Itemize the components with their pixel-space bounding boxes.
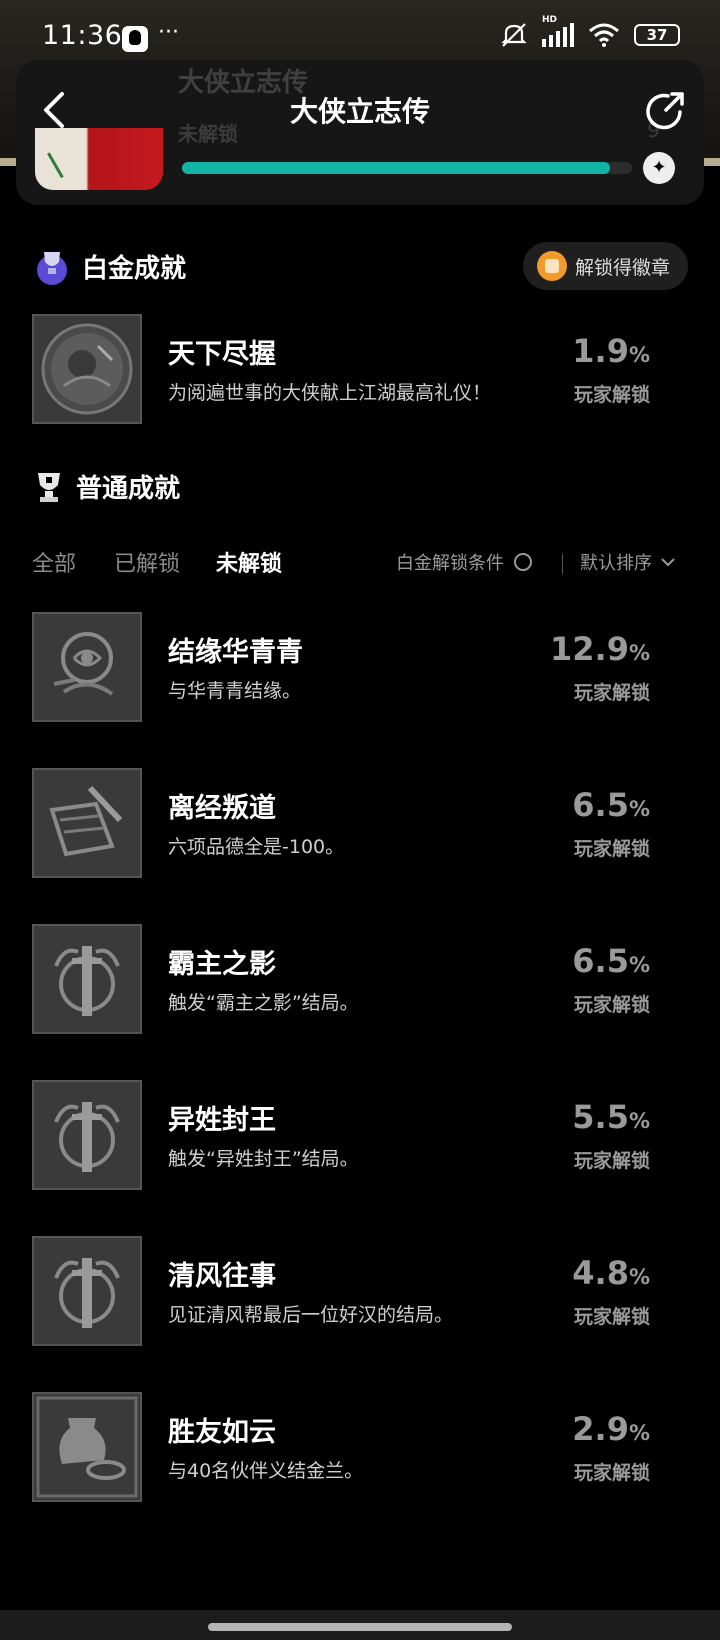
achievement-description: 六项品德全是-100。 xyxy=(168,836,345,858)
network-type-label: HD xyxy=(542,15,558,25)
achievement-name: 离经叛道 xyxy=(168,793,276,824)
platinum-trophy-icon xyxy=(37,252,67,285)
progress-badge-icon[interactable]: ✦ xyxy=(643,152,675,184)
platinum-condition-toggle[interactable]: 白金解锁条件 xyxy=(396,549,532,575)
unlock-percentage-value: 6.5 xyxy=(572,942,629,980)
platinum-condition-label: 白金解锁条件 xyxy=(396,553,504,574)
unlock-percentage-value: 6.5 xyxy=(572,786,629,824)
normal-section-title: 普通成就 xyxy=(76,474,181,504)
achievement-name: 胜友如云 xyxy=(168,1417,276,1448)
achievement-description: 与华青青结缘。 xyxy=(168,680,302,702)
page-title: 大侠立志传 xyxy=(289,95,430,128)
gesture-bar-area xyxy=(0,1610,720,1640)
unlock-percentage-label: 玩家解锁 xyxy=(573,1150,650,1172)
unlock-badge-label: 解锁得徽章 xyxy=(574,256,670,279)
wine-jar-icon xyxy=(32,1392,142,1502)
unlock-percentage-label: 玩家解锁 xyxy=(573,994,650,1016)
unlock-percentage-value: 12.9 xyxy=(550,630,629,668)
achievement-description: 与40名伙伴义结金兰。 xyxy=(168,1460,364,1482)
home-indicator[interactable] xyxy=(208,1623,512,1631)
tab-all[interactable]: 全部 xyxy=(32,546,76,578)
unlock-percentage: 5.5% xyxy=(572,1098,650,1136)
achievement-name: 结缘华青青 xyxy=(168,637,303,668)
achievement-name: 天下尽握 xyxy=(168,339,276,370)
share-icon[interactable] xyxy=(642,86,690,134)
unlock-percentage: 6.5% xyxy=(572,786,650,824)
sort-label: 默认排序 xyxy=(580,553,652,574)
unlock-percentage-label: 玩家解锁 xyxy=(573,1462,650,1484)
unlock-percentage-value: 1.9 xyxy=(572,332,629,370)
winged-sword-icon xyxy=(32,924,142,1034)
unlock-percentage: 2.9% xyxy=(572,1410,650,1448)
unlock-badge-button[interactable]: 解锁得徽章 xyxy=(522,242,688,290)
achievement-row[interactable]: 霸主之影触发“霸主之影”结局。 6.5% 玩家解锁 xyxy=(32,924,688,1034)
unlock-percentage: 1.9% xyxy=(572,332,650,370)
more-notifications-icon: ··· xyxy=(158,20,179,45)
percent-unit: % xyxy=(628,953,650,977)
percent-unit: % xyxy=(628,343,650,367)
achievement-description: 为阅遍世事的大侠献上江湖最高礼仪！ xyxy=(168,382,492,404)
unlock-percentage: 12.9% xyxy=(550,630,650,668)
achievement-progress-bar xyxy=(182,162,632,174)
platinum-section-title: 白金成就 xyxy=(82,253,187,284)
achievement-row[interactable]: 异姓封王触发“异姓封王”结局。 5.5% 玩家解锁 xyxy=(32,1080,688,1190)
condition-radio-icon xyxy=(514,553,532,571)
percent-unit: % xyxy=(628,797,650,821)
unlock-percentage: 4.8% xyxy=(572,1254,650,1292)
normal-section-header: 普通成就 xyxy=(32,468,180,505)
status-bar: 11:36 ··· HD 37 xyxy=(0,0,720,60)
percent-unit: % xyxy=(628,641,650,665)
top-nav: 大侠立志传 xyxy=(0,80,720,144)
filter-divider xyxy=(562,554,563,574)
scroll-sword-icon xyxy=(32,768,142,878)
percent-unit: % xyxy=(628,1109,650,1133)
achievement-name: 异姓封王 xyxy=(168,1105,276,1136)
battery-indicator: 37 xyxy=(634,24,680,46)
unlock-percentage-value: 5.5 xyxy=(572,1098,629,1136)
winged-sword-icon xyxy=(32,1080,142,1190)
unlock-percentage-value: 4.8 xyxy=(572,1254,629,1292)
platinum-medal-icon xyxy=(32,314,142,424)
achievement-row[interactable]: 结缘华青青与华青青结缘。 12.9% 玩家解锁 xyxy=(32,612,688,722)
normal-trophy-icon xyxy=(38,472,60,502)
badge-icon xyxy=(536,251,567,281)
status-time: 11:36 xyxy=(42,20,123,51)
achievement-name: 清风往事 xyxy=(168,1261,276,1292)
platinum-section-header: 白金成就 xyxy=(32,246,186,286)
unlock-percentage-value: 2.9 xyxy=(572,1410,629,1448)
percent-unit: % xyxy=(628,1265,650,1289)
winged-sword-icon xyxy=(32,1236,142,1346)
achievement-description: 触发“异姓封王”结局。 xyxy=(168,1148,359,1170)
achievement-filter-bar: 全部 已解锁 未解锁 白金解锁条件 默认排序 xyxy=(32,546,688,586)
achievement-row[interactable]: 胜友如云与40名伙伴义结金兰。 2.9% 玩家解锁 xyxy=(32,1392,688,1502)
achievement-name: 霸主之影 xyxy=(168,949,276,980)
mute-icon xyxy=(501,23,527,47)
sort-dropdown[interactable]: 默认排序 xyxy=(580,549,676,575)
unlock-percentage-label: 玩家解锁 xyxy=(573,384,650,406)
achievement-description: 触发“霸主之影”结局。 xyxy=(168,992,359,1014)
percent-unit: % xyxy=(628,1421,650,1445)
unlock-percentage-label: 玩家解锁 xyxy=(573,682,650,704)
rose-icon xyxy=(32,612,142,722)
achievement-row[interactable]: 离经叛道六项品德全是-100。 6.5% 玩家解锁 xyxy=(32,768,688,878)
achievement-row[interactable]: 清风往事见证清风帮最后一位好汉的结局。 4.8% 玩家解锁 xyxy=(32,1236,688,1346)
tab-unlocked[interactable]: 已解锁 xyxy=(114,546,180,578)
achievement-progress-fill xyxy=(182,162,610,174)
unlock-percentage-label: 玩家解锁 xyxy=(573,838,650,860)
unlock-percentage-label: 玩家解锁 xyxy=(573,1306,650,1328)
chevron-down-icon xyxy=(661,558,675,567)
achievement-description: 见证清风帮最后一位好汉的结局。 xyxy=(168,1304,454,1326)
qq-notification-icon xyxy=(122,26,148,52)
status-icons: HD 37 xyxy=(500,15,680,48)
unlock-percentage: 6.5% xyxy=(572,942,650,980)
wifi-icon xyxy=(589,23,619,47)
platinum-achievement-row[interactable]: 天下尽握 为阅遍世事的大侠献上江湖最高礼仪！ 1.9% 玩家解锁 xyxy=(32,314,688,424)
tab-locked[interactable]: 未解锁 xyxy=(216,546,282,578)
signal-icon: HD xyxy=(542,15,574,47)
